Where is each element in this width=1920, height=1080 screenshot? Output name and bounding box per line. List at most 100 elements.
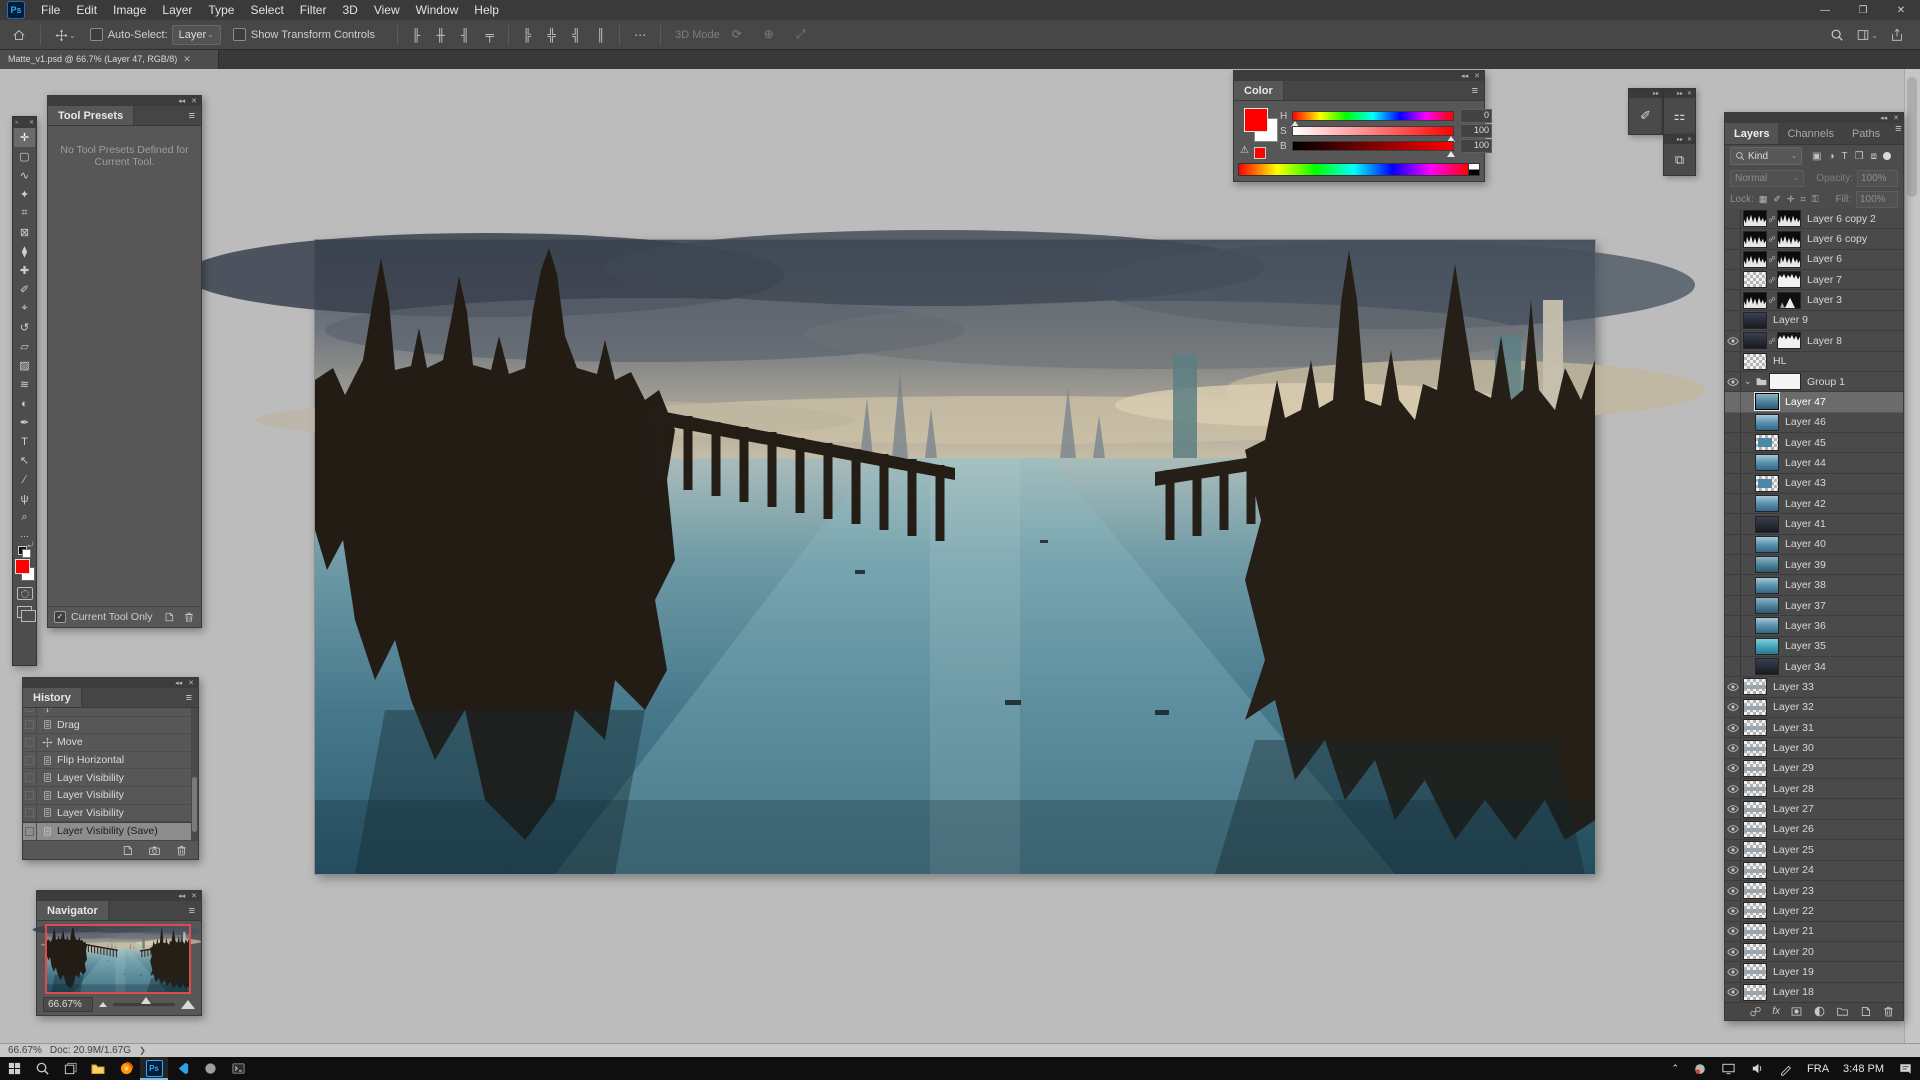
path-selection-tool-icon[interactable]: ↖ [14,451,35,470]
layer-row[interactable]: Layer 26 [1725,820,1903,840]
restore-button[interactable]: ❐ [1844,0,1882,20]
layer-thumbnail[interactable] [1744,822,1766,837]
volume-icon[interactable] [1743,1057,1772,1080]
layer-row[interactable]: Layer 38 [1725,575,1903,595]
current-tool-only-checkbox[interactable]: ✓ [54,611,66,623]
default-colors-icon[interactable]: ⤾ [18,544,32,556]
layer-visibility-toggle[interactable] [1725,820,1741,839]
taskbar-terminal[interactable] [224,1057,252,1080]
gradient-tool-icon[interactable]: ▨ [14,356,35,375]
history-brush-tool-icon[interactable]: ↺ [14,318,35,337]
type-tool-icon[interactable]: T [14,432,35,451]
layer-thumbnail[interactable] [1744,313,1766,328]
layer-row[interactable]: Layer 35 [1725,637,1903,657]
navigator-zoom-slider[interactable] [113,1003,175,1006]
slider-track[interactable] [1292,126,1454,136]
layer-row[interactable]: Layer 3 [1725,290,1903,310]
navigator-tab[interactable]: Navigator [37,901,109,920]
layer-thumbnail[interactable] [1756,476,1778,491]
language-indicator[interactable]: FRA [1800,1057,1836,1080]
swap-colors-icon[interactable]: ⤾ [28,542,34,550]
color-spectrum-ramp[interactable] [1238,163,1470,176]
menu-help[interactable]: Help [466,0,507,20]
layer-visibility-toggle[interactable] [1725,657,1741,676]
layer-visibility-toggle[interactable] [1725,922,1741,941]
fill-field[interactable]: 100% [1856,191,1898,208]
layer-thumbnail[interactable] [1744,679,1766,694]
close-panel-icon[interactable]: ✕ [191,97,197,105]
layer-thumbnail[interactable] [1744,944,1766,959]
layer-row[interactable]: Layer 41 [1725,514,1903,534]
menu-image[interactable]: Image [105,0,154,20]
slider-thumb[interactable] [141,997,151,1004]
close-panel-icon[interactable]: ✕ [29,119,34,126]
tool-presets-tab[interactable]: Tool Presets [48,106,134,125]
layer-thumbnail[interactable] [1756,578,1778,593]
layer-visibility-toggle[interactable] [1725,514,1741,533]
quick-mask-icon[interactable] [17,587,33,600]
distribute-button-3[interactable]: ║ [591,28,612,42]
history-tab[interactable]: History [23,688,82,707]
history-source-checkbox[interactable] [23,823,37,840]
layer-thumbnail[interactable] [1756,415,1778,430]
workspace-scrollbar[interactable] [1904,69,1920,1043]
taskbar-file-explorer[interactable] [84,1057,112,1080]
search-icon[interactable] [1824,27,1850,42]
filter-type-button-1[interactable]: ◑ [1828,151,1834,162]
filter-type-button-3[interactable]: ❒ [1855,151,1864,162]
trash-icon[interactable] [183,611,195,623]
layer-visibility-toggle[interactable] [1725,535,1741,554]
filter-type-button-0[interactable]: ▣ [1812,151,1821,162]
slider-thumb[interactable] [1447,151,1455,157]
layer-mask-thumbnail[interactable] [1778,252,1800,267]
layer-row[interactable]: Layer 18 [1725,983,1903,1002]
healing-brush-tool-icon[interactable]: ✚ [14,261,35,280]
slider-value-field[interactable]: 100 [1460,124,1492,138]
history-step[interactable]: Layer Visibility [23,769,198,787]
trash-icon[interactable] [1882,1005,1895,1018]
close-button[interactable]: ✕ [1882,0,1920,20]
quick-selection-tool-icon[interactable]: ✦ [14,185,35,204]
close-panel-icon[interactable]: ✕ [188,679,194,687]
history-step[interactable]: Layer Visibility (Save) [23,822,198,840]
layer-thumbnail[interactable] [1744,842,1766,857]
close-tab-icon[interactable]: ✕ [183,54,191,65]
move-tool-option-icon[interactable]: ⌄ [49,27,82,41]
layer-row[interactable]: Layer 27 [1725,799,1903,819]
layer-visibility-toggle[interactable] [1725,698,1741,717]
3d-mode-button-1[interactable]: ⊕ [758,27,780,42]
layer-row[interactable]: Layer 29 [1725,759,1903,779]
3d-mode-button-0[interactable]: ⟳ [726,27,748,42]
layer-visibility-toggle[interactable] [1725,759,1741,778]
history-step[interactable]: Move [23,734,198,752]
layer-visibility-toggle[interactable] [1725,352,1741,371]
history-scrollbar[interactable] [191,708,198,840]
history-source-checkbox[interactable] [23,752,37,769]
menu-file[interactable]: File [33,0,68,20]
panel-menu-icon[interactable]: ≡ [183,905,201,917]
filter-toggle[interactable] [1883,152,1891,160]
lock-button-0[interactable]: ▦ [1759,194,1768,205]
layer-visibility-toggle[interactable] [1725,555,1741,574]
history-step[interactable]: Flip Horizontal [23,752,198,770]
layer-visibility-toggle[interactable] [1725,962,1741,981]
layer-row[interactable]: Layer 21 [1725,922,1903,942]
tab-paths[interactable]: Paths [1843,123,1889,144]
layer-visibility-toggle[interactable] [1725,250,1741,269]
document-tab[interactable]: Matte_v1.psd @ 66.7% (Layer 47, RGB/8) ✕ [0,49,219,69]
layer-visibility-toggle[interactable] [1725,738,1741,757]
layer-visibility-toggle[interactable] [1725,575,1741,594]
dodge-tool-icon[interactable]: ◐ [14,394,35,413]
layer-visibility-toggle[interactable] [1725,799,1741,818]
slider-value-field[interactable]: 100 [1460,139,1492,153]
layer-row[interactable]: Layer 31 [1725,718,1903,738]
slider-track[interactable] [1292,141,1454,151]
layer-row[interactable]: Layer 19 [1725,962,1903,982]
slider-value-field[interactable]: 0 [1460,109,1492,123]
add-mask-icon[interactable] [1790,1005,1803,1018]
layer-visibility-toggle[interactable] [1725,840,1741,859]
collapsed-properties-panel[interactable]: ▸▸✕ ⚏ [1663,88,1696,135]
gamut-warning-icon[interactable]: ⚠ [1240,145,1249,156]
layer-row[interactable]: ⌄Group 1 [1725,372,1903,392]
lock-button-1[interactable]: ✐ [1773,194,1781,205]
